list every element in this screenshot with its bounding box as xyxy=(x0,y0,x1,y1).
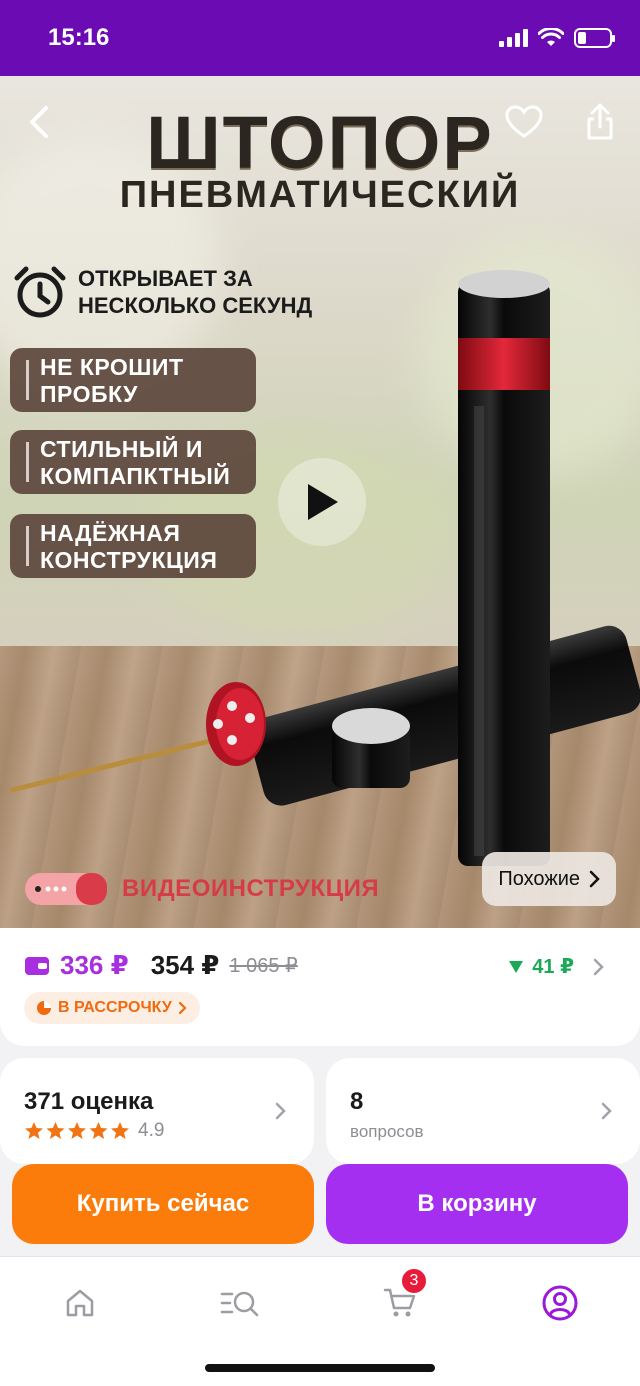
status-time: 15:16 xyxy=(48,24,110,51)
rating-stars-row: 4.9 xyxy=(24,1120,164,1142)
status-bar: 15:16 xyxy=(0,0,640,76)
tab-catalog[interactable] xyxy=(212,1279,268,1327)
ratings-count: 371 оценка xyxy=(24,1088,154,1115)
chevron-right-icon xyxy=(601,1102,612,1120)
similar-products-label: Похожие xyxy=(498,867,580,890)
buy-now-button[interactable]: Купить сейчас xyxy=(12,1164,314,1244)
installment-button[interactable]: В РАССРОЧКУ xyxy=(24,992,200,1024)
rating-score: 4.9 xyxy=(138,1120,165,1141)
video-instruction-label: ВИДЕОИНСТРУКЦИЯ xyxy=(122,875,380,902)
add-to-cart-button[interactable]: В корзину xyxy=(326,1164,628,1244)
feature-pill: НАДЁЖНАЯ КОНСТРУКЦИЯ xyxy=(10,514,256,578)
battery-icon xyxy=(574,28,615,48)
questions-label: вопросов xyxy=(350,1122,424,1141)
star-rating-icon xyxy=(25,1122,129,1139)
alarm-clock-icon xyxy=(14,266,66,318)
catalog-search-icon xyxy=(220,1291,259,1317)
regular-price: 354 ₽ xyxy=(150,950,220,980)
cart-badge: 3 xyxy=(400,1267,428,1295)
video-toggle-icon xyxy=(25,873,107,905)
price-row: 336 ₽ 354 ₽ 1 065 ₽ xyxy=(24,950,298,981)
play-video-button[interactable] xyxy=(278,458,366,546)
triangle-down-icon xyxy=(509,960,524,973)
price-drop-button[interactable]: 41 ₽ xyxy=(508,954,604,979)
product-title-banner: ШТОПОР xyxy=(146,101,494,184)
questions-card[interactable]: 8 вопросов xyxy=(326,1058,640,1164)
tab-home[interactable] xyxy=(52,1279,108,1327)
video-instruction-tag: ВИДЕОИНСТРУКЦИЯ xyxy=(24,872,379,906)
feature-fast-opening-text: ОТКРЫВАЕТ ЗА НЕСКОЛЬКО СЕКУНД xyxy=(78,266,313,318)
profile-icon xyxy=(542,1285,578,1321)
old-price: 1 065 ₽ xyxy=(229,955,298,977)
price-drop-value: 41 ₽ xyxy=(532,956,574,978)
home-icon xyxy=(66,1289,94,1317)
feature-pill: НЕ КРОШИТ ПРОБКУ xyxy=(10,348,256,412)
chevron-right-icon xyxy=(275,1102,286,1120)
similar-products-button[interactable]: Похожие xyxy=(482,852,616,906)
play-icon xyxy=(308,484,338,520)
chevron-right-icon xyxy=(589,870,600,888)
product-image-gallery[interactable]: ШТОПОР ПНЕВМАТИЧЕСКИЙ ОТКРЫВАЕТ ЗА НЕСКО… xyxy=(0,76,640,928)
wallet-price: 336 ₽ xyxy=(60,950,129,980)
price-card: 336 ₽ 354 ₽ 1 065 ₽ 41 ₽ В РАССРОЧКУ xyxy=(0,928,640,1046)
cellular-signal-icon xyxy=(499,29,528,47)
wallet-icon xyxy=(25,956,49,975)
ratings-card[interactable]: 371 оценка 4.9 xyxy=(0,1058,314,1164)
questions-count: 8 xyxy=(350,1088,364,1115)
chevron-right-icon xyxy=(593,958,604,975)
tab-profile[interactable] xyxy=(532,1279,588,1327)
pie-chart-icon xyxy=(37,1001,51,1015)
product-subtitle-banner: ПНЕВМАТИЧЕСКИЙ xyxy=(119,174,521,216)
installment-label: В РАССРОЧКУ xyxy=(58,999,172,1016)
home-indicator xyxy=(205,1364,435,1372)
feature-fast-opening: ОТКРЫВАЕТ ЗА НЕСКОЛЬКО СЕКУНД xyxy=(12,264,348,320)
status-icons xyxy=(499,28,615,48)
wifi-icon xyxy=(538,28,564,46)
chevron-right-icon xyxy=(178,1001,187,1015)
feature-pill: СТИЛЬНЫЙ И КОМПАПКТНЫЙ xyxy=(10,430,256,494)
